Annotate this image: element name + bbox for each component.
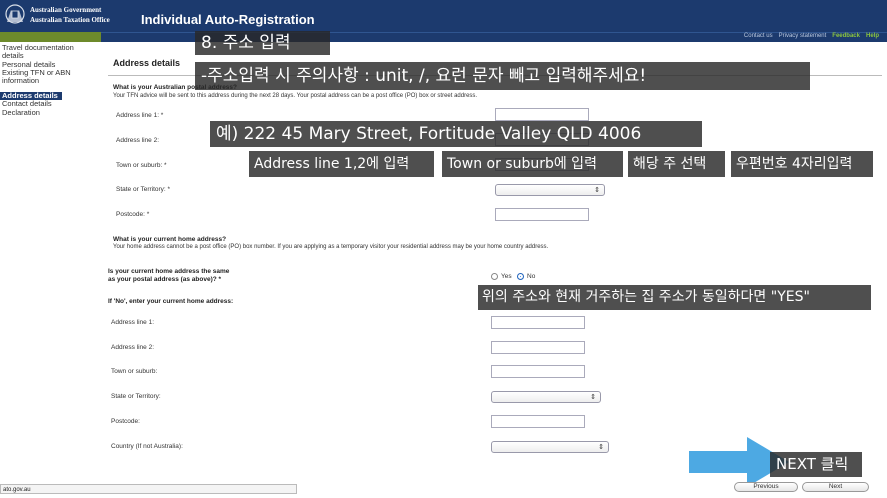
same-address-yes-radio[interactable]: Yes (491, 273, 512, 280)
same-address-question-line2: as your postal address (as above)? * (108, 276, 222, 283)
privacy-statement-link[interactable]: Privacy statement (779, 33, 827, 39)
home-address-note: Your home address cannot be a post offic… (113, 244, 549, 250)
home-line2-input[interactable] (491, 341, 585, 354)
same-address-no-radio[interactable]: No (517, 273, 535, 280)
sidebar-item-contact-details[interactable]: Contact details (2, 100, 52, 108)
feedback-link[interactable]: Feedback (832, 33, 860, 39)
sidebar-item-travel-documentation-cont[interactable]: details (2, 52, 24, 60)
step-title-overlay: 8. 주소 입력 (195, 31, 330, 55)
next-button[interactable]: Next (802, 482, 869, 492)
contact-us-link[interactable]: Contact us (744, 33, 773, 39)
state-hint: 해당 주 선택 (628, 151, 725, 177)
app-title: Individual Auto-Registration (141, 12, 315, 27)
postal-state-label: State or Territory: * (116, 186, 171, 193)
same-address-question-line1: Is your current home address the same (108, 268, 230, 275)
postcode-hint: 우편번호 4자리입력 (731, 151, 873, 177)
no-label: No (527, 273, 536, 280)
home-line1-input[interactable] (491, 316, 585, 329)
main-content: Address details What is your Australian … (104, 44, 887, 484)
address-lines-hint: Address line 1,2에 입력 (249, 151, 434, 177)
postal-line2-label: Address line 2: (116, 137, 159, 144)
nav-bar-accent (0, 32, 101, 42)
home-country-label: Country (If not Australia): (111, 443, 183, 450)
home-town-input[interactable] (491, 365, 585, 378)
yes-label: Yes (501, 273, 512, 280)
sidebar-item-existing-tfn-cont[interactable]: information (2, 77, 39, 85)
postal-town-label: Town or suburb: * (116, 162, 167, 169)
app-header: Australian Government Australian Taxatio… (0, 0, 887, 32)
select-arrows-icon: ⇕ (598, 444, 604, 451)
example-address-overlay: 예) 222 45 Mary Street, Fortitude Valley … (210, 121, 702, 147)
browser-status-bar: ato.gov.au (0, 484, 297, 494)
previous-button[interactable]: Previous (734, 482, 798, 492)
postal-postcode-input[interactable] (495, 208, 589, 221)
sidebar-item-declaration[interactable]: Declaration (2, 109, 40, 117)
home-state-label: State or Territory: (111, 393, 161, 400)
if-no-instruction: If 'No', enter your current home address… (108, 298, 234, 305)
town-hint: Town or suburb에 입력 (442, 151, 623, 177)
radio-checked-icon (517, 273, 524, 280)
gov-line-2: Australian Taxation Office (30, 16, 110, 24)
home-state-select[interactable]: ⇕ (491, 391, 601, 403)
warning-overlay: -주소입력 시 주의사항 : unit, /, 요런 문자 빼고 입력해주세요! (195, 62, 810, 90)
coat-of-arms-logo (5, 4, 25, 24)
home-country-select[interactable]: ⇕ (491, 441, 609, 453)
same-address-hint: 위의 주소와 현재 거주하는 집 주소가 동일하다면 "YES" (478, 285, 871, 310)
postal-line1-label: Address line 1: * (116, 112, 164, 119)
home-line2-label: Address line 2: (111, 344, 154, 351)
select-arrows-icon: ⇕ (590, 394, 596, 401)
home-line1-label: Address line 1: (111, 319, 154, 326)
postal-state-select[interactable]: ⇕ (495, 184, 605, 196)
home-postcode-label: Postcode: (111, 418, 140, 425)
help-link[interactable]: Help (866, 33, 879, 39)
postal-address-note: Your TFN advice will be sent to this add… (113, 93, 478, 99)
select-arrows-icon: ⇕ (594, 187, 600, 194)
home-postcode-input[interactable] (491, 415, 585, 428)
postal-line1-input[interactable] (495, 108, 589, 121)
home-address-question: What is your current home address? (113, 236, 227, 243)
next-hint: NEXT 클릭 (770, 452, 862, 477)
gov-line-1: Australian Government (30, 6, 102, 14)
sidebar-nav: Travel documentation details Personal de… (0, 44, 104, 120)
home-town-label: Town or suburb: (111, 368, 158, 375)
radio-unchecked-icon (491, 273, 498, 280)
top-links: Contact us Privacy statement Feedback He… (744, 33, 879, 39)
page-title: Address details (113, 58, 181, 68)
postal-postcode-label: Postcode: * (116, 211, 150, 218)
